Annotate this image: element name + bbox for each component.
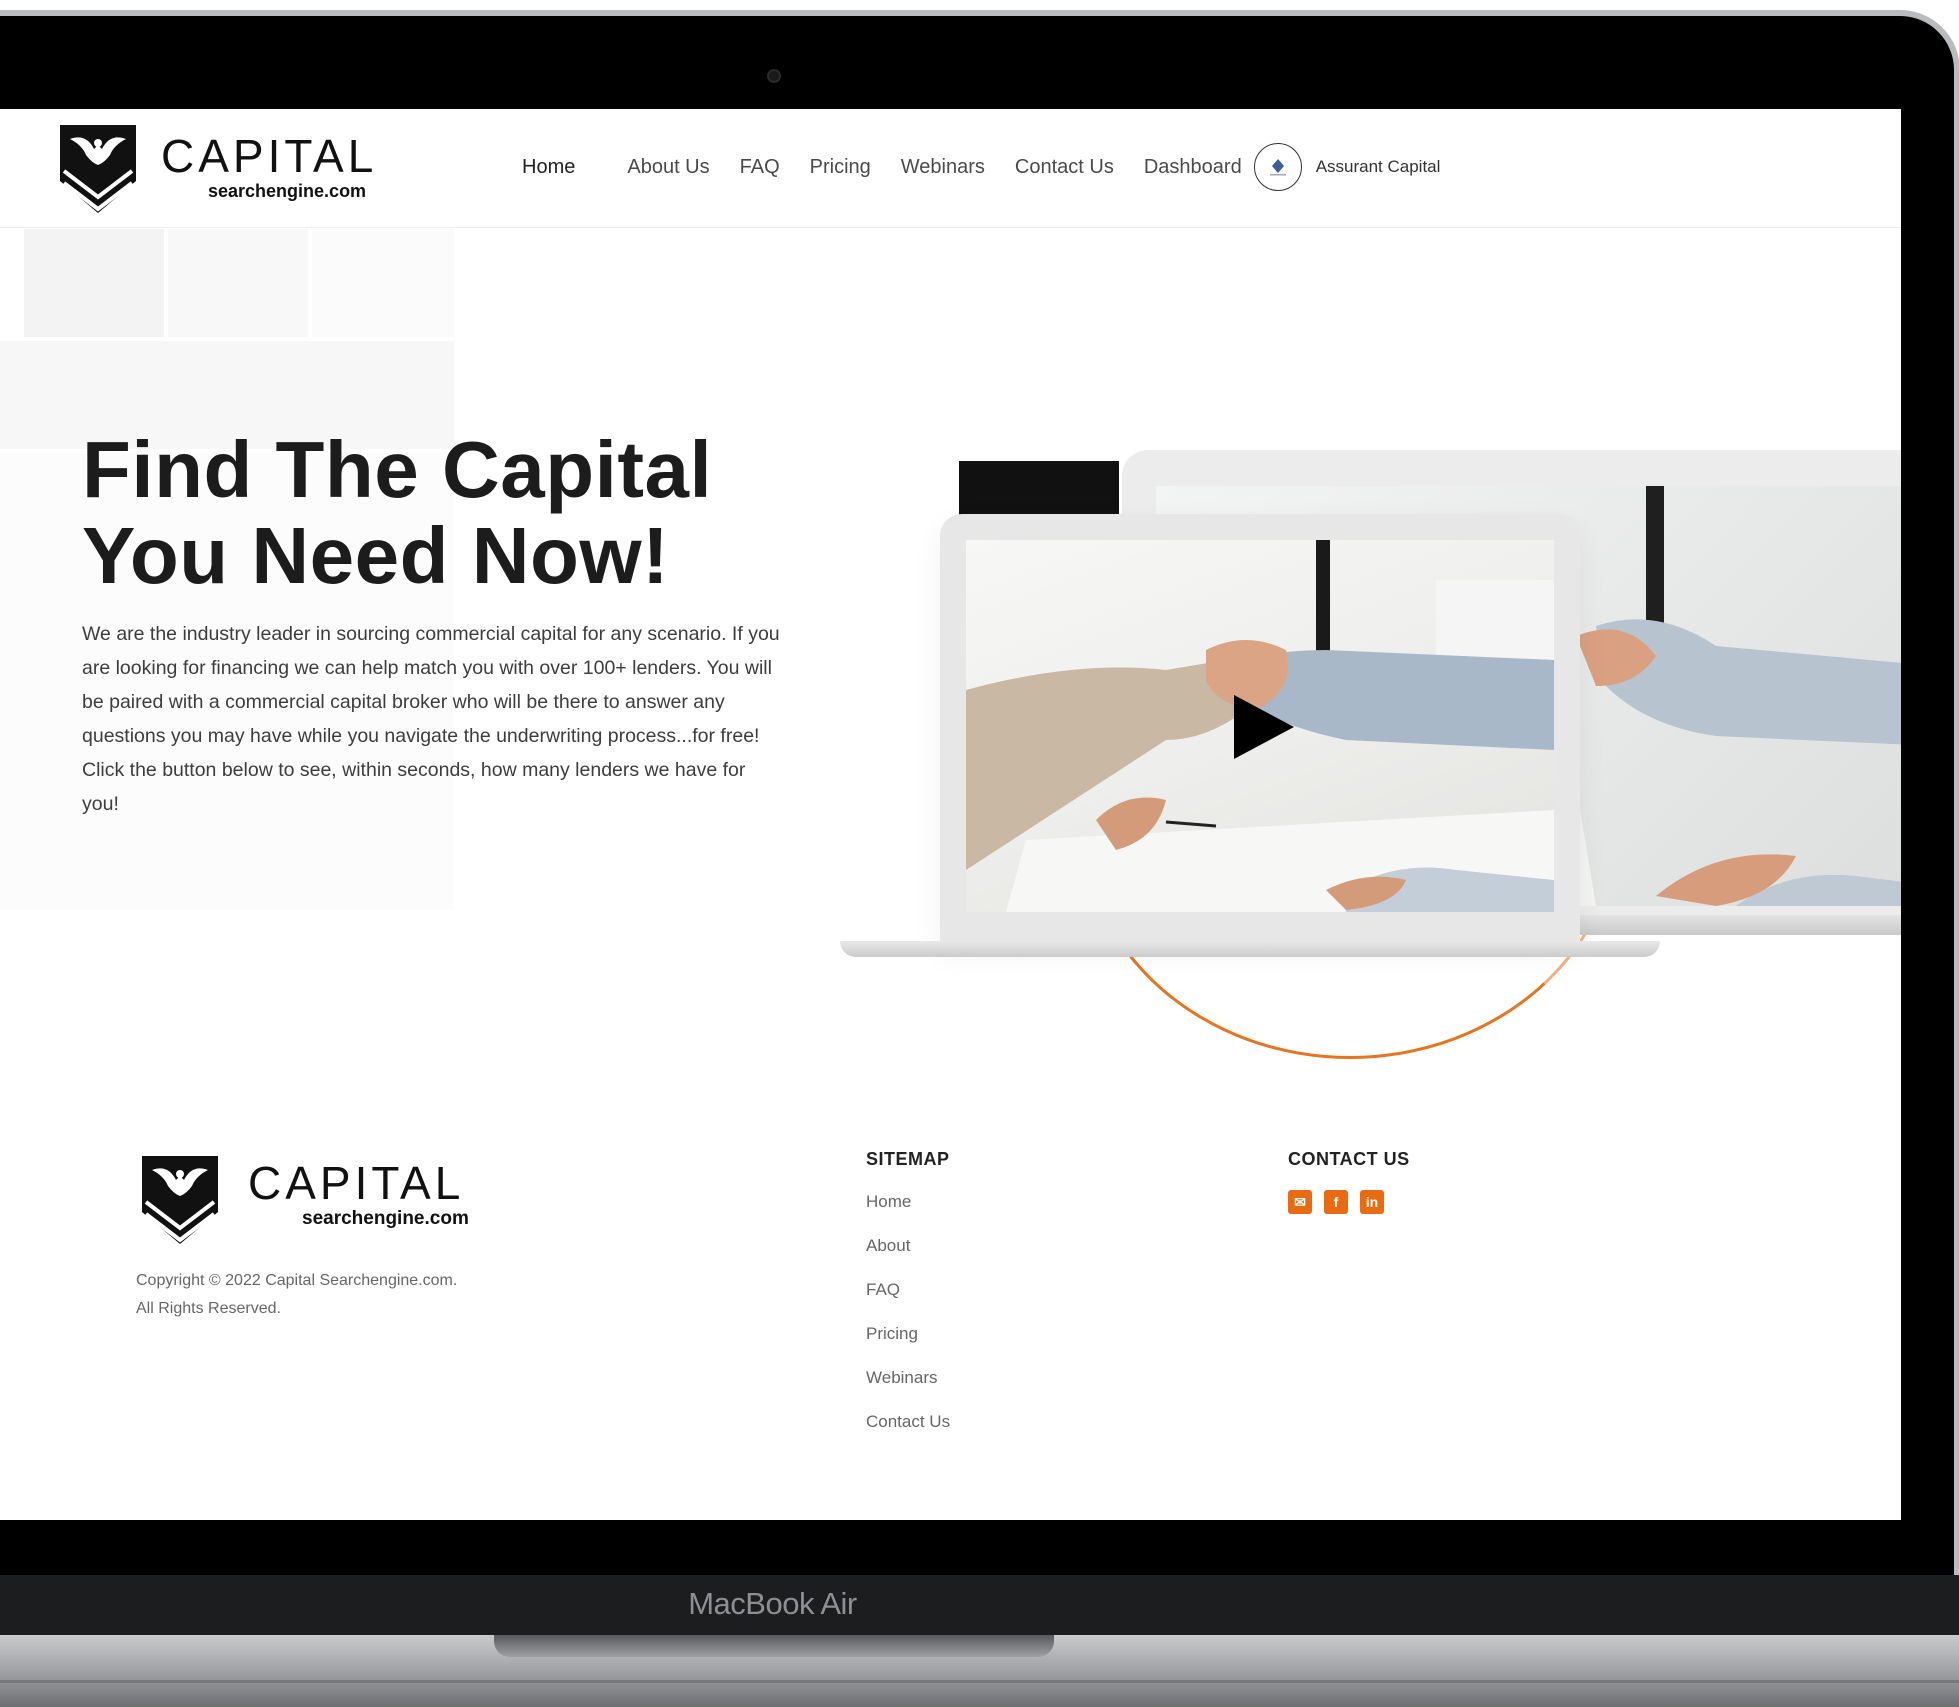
footer-brand-domain: searchengine.com: [302, 1208, 469, 1229]
laptop-mockup-front-base: [840, 941, 1660, 957]
nav-webinars[interactable]: Webinars: [901, 156, 985, 179]
copyright-line-2: All Rights Reserved.: [136, 1300, 281, 1317]
brand-domain: searchengine.com: [208, 181, 367, 201]
play-icon: [1234, 695, 1294, 759]
nav-about-us[interactable]: About Us: [627, 156, 709, 179]
main-nav: Home About Us FAQ Pricing Webinars Conta…: [522, 143, 1440, 191]
nav-faq[interactable]: FAQ: [740, 156, 780, 179]
nav-dashboard[interactable]: Dashboard: [1144, 156, 1242, 179]
sitemap-link-home[interactable]: Home: [866, 1192, 1066, 1236]
sitemap-link-contact-us[interactable]: Contact Us: [866, 1412, 1066, 1456]
footer-logo[interactable]: CAPITAL searchengine.com: [136, 1154, 556, 1254]
nav-pricing[interactable]: Pricing: [810, 156, 871, 179]
footer-brand-wordmark: CAPITAL: [248, 1157, 465, 1209]
hero-image: [830, 329, 1901, 1059]
hero-description: We are the industry leader in sourcing c…: [82, 623, 780, 815]
social-links: ✉ f in: [1288, 1190, 1488, 1214]
copyright: Copyright © 2022 Capital Searchengine.co…: [136, 1267, 556, 1323]
contact-heading: CONTACT US: [1288, 1149, 1410, 1169]
device-label: MacBook Air: [688, 1586, 857, 1621]
webcam: [767, 69, 781, 83]
browser-viewport: CAPITAL searchengine.com Home About Us F…: [0, 109, 1901, 1520]
brand-logo[interactable]: CAPITAL searchengine.com: [58, 123, 438, 223]
sitemap-heading: SITEMAP: [866, 1149, 950, 1169]
hero-title-line-2: You Need Now!: [82, 511, 670, 600]
video-play-button[interactable]: [1228, 691, 1298, 767]
email-icon[interactable]: ✉: [1288, 1190, 1312, 1214]
hero-title-line-1: Find The Capital: [82, 425, 713, 514]
profile-name: Assurant Capital: [1315, 157, 1441, 176]
decor-monitor: [959, 461, 1119, 521]
sitemap-link-webinars[interactable]: Webinars: [866, 1368, 1066, 1412]
footer-sitemap: SITEMAP Home About FAQ Pricing Webinars …: [866, 1149, 1066, 1456]
eagle-shield-icon: [60, 125, 136, 213]
laptop-hinge: [494, 1635, 1054, 1657]
sitemap-link-about[interactable]: About: [866, 1236, 1066, 1280]
site-header: CAPITAL searchengine.com Home About Us F…: [0, 109, 1901, 228]
facebook-icon[interactable]: f: [1324, 1190, 1348, 1214]
avatar[interactable]: [1253, 143, 1302, 191]
linkedin-icon[interactable]: in: [1360, 1190, 1384, 1214]
company-logo-icon: [1269, 159, 1286, 176]
hero-title: Find The Capital You Need Now!: [82, 427, 822, 599]
brand-wordmark: CAPITAL: [161, 130, 378, 182]
sitemap-link-faq[interactable]: FAQ: [866, 1280, 1066, 1324]
sitemap-link-pricing[interactable]: Pricing: [866, 1324, 1066, 1368]
footer-contact: CONTACT US ✉ f in: [1288, 1149, 1488, 1214]
laptop-base-edge: [0, 1680, 1959, 1683]
nav-home[interactable]: Home: [522, 156, 575, 179]
copyright-line-1: Copyright © 2022 Capital Searchengine.co…: [136, 1272, 458, 1289]
nav-contact-us[interactable]: Contact Us: [1015, 156, 1114, 179]
eagle-shield-icon: [142, 1156, 218, 1244]
user-profile[interactable]: Assurant Capital: [1253, 143, 1441, 191]
